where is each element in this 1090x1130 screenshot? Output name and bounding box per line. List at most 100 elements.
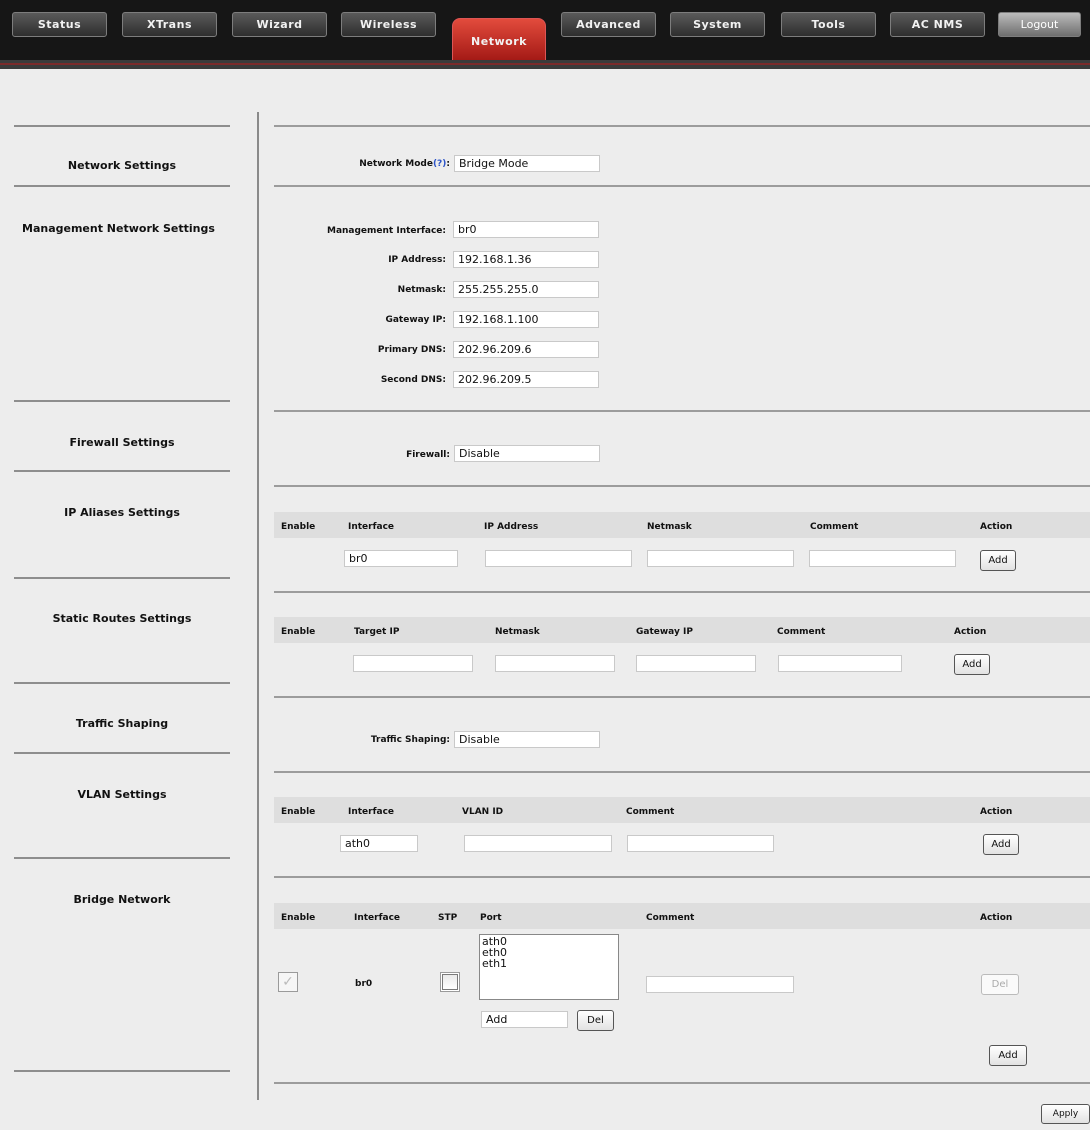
tab-ac-nms[interactable]: AC NMS	[890, 12, 985, 37]
alias-comment-input[interactable]	[809, 550, 956, 567]
column-header: Action	[980, 913, 1013, 923]
column-header: Gateway IP	[636, 627, 693, 637]
sidebar-item-vlan-settings[interactable]: VLAN Settings	[14, 788, 230, 801]
bridge-enable-checkbox[interactable]: ✓	[278, 972, 298, 992]
section-divider	[274, 185, 1090, 187]
side-divider	[14, 125, 230, 127]
column-header: STP	[438, 913, 458, 923]
ip-address-label: IP Address:	[388, 255, 446, 265]
tab-network[interactable]: Network	[452, 18, 546, 60]
section-divider	[274, 591, 1090, 593]
stp-checkbox[interactable]	[440, 972, 460, 992]
list-item[interactable]: eth1	[482, 958, 616, 969]
tab-wireless[interactable]: Wireless	[341, 12, 436, 37]
add-bridge-button[interactable]: Add	[989, 1045, 1027, 1066]
column-header: Interface	[354, 913, 401, 923]
tab-status[interactable]: Status	[12, 12, 107, 37]
column-header: Action	[954, 627, 987, 637]
gateway-ip-label: Gateway IP:	[385, 315, 446, 325]
bridge-table-header: Enable Interface STP Port Comment Action	[274, 903, 1090, 929]
side-divider	[14, 470, 230, 472]
column-header: Enable	[281, 807, 316, 817]
gateway-ip-field[interactable]: 192.168.1.100	[453, 311, 599, 328]
vlan-interface-input[interactable]: ath0	[340, 835, 418, 852]
route-comment-input[interactable]	[778, 655, 902, 672]
firewall-label: Firewall:	[406, 450, 450, 460]
side-divider	[14, 857, 230, 859]
apply-button[interactable]: Apply	[1041, 1104, 1090, 1124]
alias-netmask-input[interactable]	[647, 550, 794, 567]
add-route-button[interactable]: Add	[954, 654, 990, 675]
column-header: VLAN ID	[462, 807, 504, 817]
vlan-table-header: Enable Interface VLAN ID Comment Action	[274, 797, 1090, 823]
section-divider	[274, 696, 1090, 698]
route-target-ip-input[interactable]	[353, 655, 473, 672]
top-navigation-bar: Status XTrans Wizard Wireless Network Ad…	[0, 0, 1090, 60]
tab-xtrans[interactable]: XTrans	[122, 12, 217, 37]
column-header: Netmask	[647, 522, 692, 532]
side-divider	[14, 682, 230, 684]
port-input[interactable]: Add	[481, 1011, 568, 1028]
sidebar-item-ip-aliases-settings[interactable]: IP Aliases Settings	[14, 506, 230, 519]
netmask-label: Netmask:	[397, 285, 446, 295]
sidebar-item-bridge-network[interactable]: Bridge Network	[14, 893, 230, 906]
column-header: Comment	[626, 807, 675, 817]
side-divider	[14, 752, 230, 754]
route-netmask-input[interactable]	[495, 655, 615, 672]
column-header: Interface	[348, 522, 395, 532]
port-listbox[interactable]: ath0 eth0 eth1	[479, 934, 619, 1000]
port-del-button[interactable]: Del	[577, 1010, 614, 1031]
column-header: Target IP	[354, 627, 400, 637]
netmask-field[interactable]: 255.255.255.0	[453, 281, 599, 298]
vertical-divider	[257, 112, 259, 1100]
column-header: Interface	[348, 807, 395, 817]
network-mode-label: Network Mode(?):	[359, 159, 450, 169]
firewall-field[interactable]: Disable	[454, 445, 600, 462]
route-gateway-ip-input[interactable]	[636, 655, 756, 672]
alias-ip-address-input[interactable]	[485, 550, 632, 567]
column-header: Comment	[810, 522, 859, 532]
side-divider	[14, 400, 230, 402]
column-header: Netmask	[495, 627, 540, 637]
static-routes-table-header: Enable Target IP Netmask Gateway IP Comm…	[274, 617, 1090, 643]
help-icon[interactable]: (?)	[433, 159, 446, 169]
vlan-comment-input[interactable]	[627, 835, 774, 852]
vlan-id-input[interactable]	[464, 835, 612, 852]
second-dns-field[interactable]: 202.96.209.5	[453, 371, 599, 388]
traffic-shaping-label: Traffic Shaping:	[370, 735, 450, 745]
add-alias-button[interactable]: Add	[980, 550, 1016, 571]
sidebar-item-traffic-shaping[interactable]: Traffic Shaping	[14, 717, 230, 730]
sidebar-item-management-network-settings[interactable]: Management Network Settings	[22, 222, 252, 235]
sidebar-item-network-settings[interactable]: Network Settings	[14, 159, 230, 172]
traffic-shaping-field[interactable]: Disable	[454, 731, 600, 748]
add-vlan-button[interactable]: Add	[983, 834, 1019, 855]
ip-address-field[interactable]: 192.168.1.36	[453, 251, 599, 268]
tab-advanced[interactable]: Advanced	[561, 12, 656, 37]
management-interface-field[interactable]: br0	[453, 221, 599, 238]
column-header: IP Address	[484, 522, 539, 532]
alias-interface-input[interactable]: br0	[344, 550, 458, 567]
bridge-del-button[interactable]: Del	[981, 974, 1019, 995]
column-header: Port	[480, 913, 502, 923]
primary-dns-label: Primary DNS:	[377, 345, 446, 355]
sidebar-item-firewall-settings[interactable]: Firewall Settings	[14, 436, 230, 449]
column-header: Enable	[281, 913, 316, 923]
section-divider	[274, 125, 1090, 127]
ip-aliases-table-header: Enable Interface IP Address Netmask Comm…	[274, 512, 1090, 538]
tab-wizard[interactable]: Wizard	[232, 12, 327, 37]
primary-dns-field[interactable]: 202.96.209.6	[453, 341, 599, 358]
side-divider	[14, 1070, 230, 1072]
side-divider	[14, 185, 230, 187]
section-divider	[274, 1082, 1090, 1084]
section-divider	[274, 876, 1090, 878]
network-mode-field[interactable]: Bridge Mode	[454, 155, 600, 172]
section-divider	[274, 485, 1090, 487]
column-header: Enable	[281, 522, 316, 532]
sidebar-item-static-routes-settings[interactable]: Static Routes Settings	[14, 612, 230, 625]
section-divider	[274, 771, 1090, 773]
tab-system[interactable]: System	[670, 12, 765, 37]
logout-button[interactable]: Logout	[998, 12, 1081, 37]
tab-tools[interactable]: Tools	[781, 12, 876, 37]
management-interface-label: Management Interface:	[326, 226, 446, 236]
bridge-comment-input[interactable]	[646, 976, 794, 993]
